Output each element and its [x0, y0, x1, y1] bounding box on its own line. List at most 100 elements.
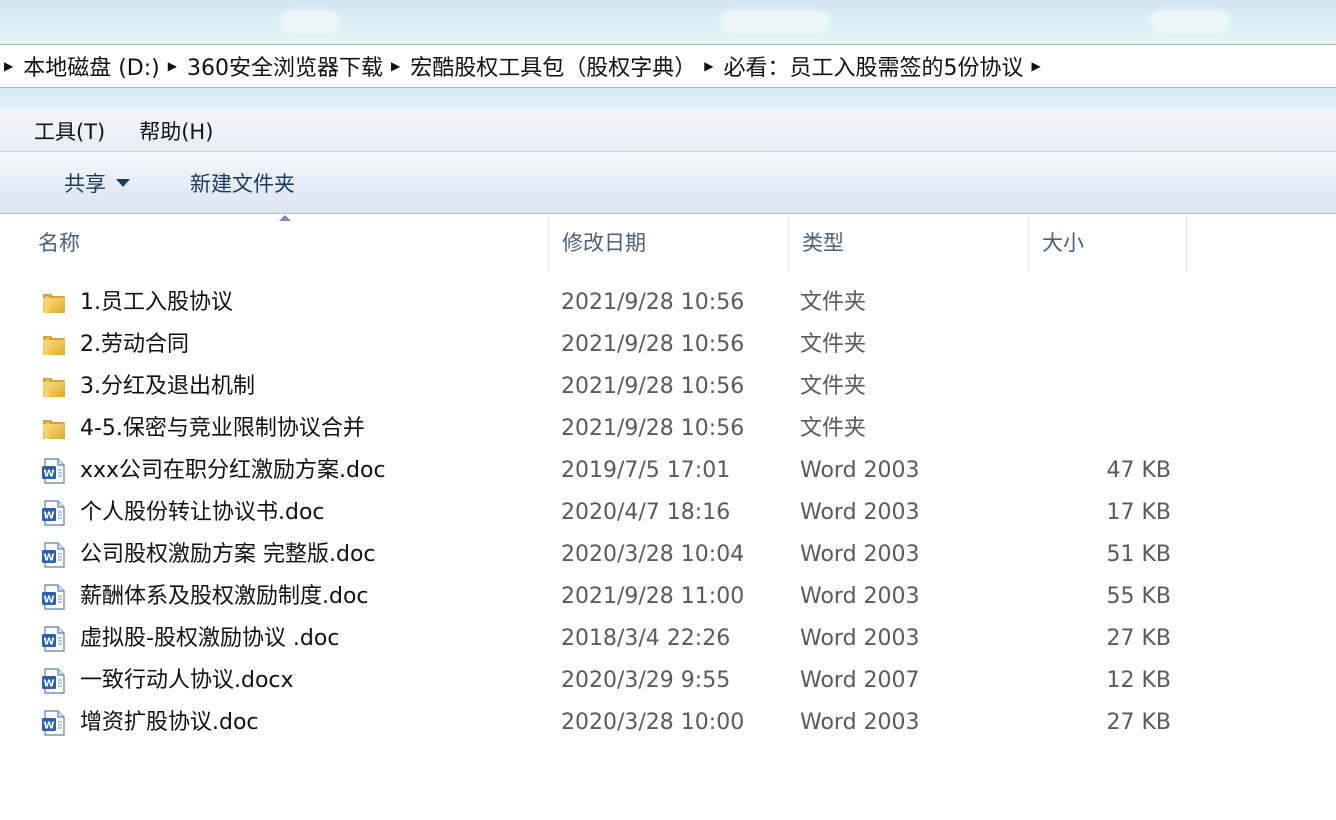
file-type: Word 2003: [800, 458, 920, 483]
file-row[interactable]: W 增资扩股协议.doc 2020/3/28 10:00 Word 2003 27 KB: [0, 702, 1336, 744]
file-size: 12 KB: [1106, 668, 1171, 693]
breadcrumb-label: 360安全浏览器下载: [186, 56, 383, 81]
file-name: 个人股份转让协议书.doc: [80, 500, 325, 525]
chevron-right-icon[interactable]: ▶: [4, 59, 13, 73]
word-doc-icon: W: [40, 625, 68, 653]
file-modified-date: 2020/4/7 18:16: [561, 500, 731, 525]
file-name: xxx公司在职分红激励方案.doc: [80, 458, 386, 483]
breadcrumb-item-toolkit[interactable]: 宏酷股权工具包（股权字典） ▶: [410, 44, 723, 88]
file-modified-date: 2021/9/28 10:56: [561, 290, 745, 315]
menu-tools[interactable]: 工具(T): [0, 116, 122, 146]
file-name: 4-5.保密与竞业限制协议合并: [80, 416, 365, 441]
file-row[interactable]: W 个人股份转让协议书.doc 2020/4/7 18:16 Word 2003 17 …: [0, 492, 1336, 534]
file-row[interactable]: 4-5.保密与竞业限制协议合并 2021/9/28 10:56 文件夹: [0, 408, 1336, 450]
menu-bar: 工具(T) 帮助(H): [0, 110, 1336, 152]
file-name: 2.劳动合同: [80, 332, 189, 357]
word-doc-icon: W: [40, 709, 68, 737]
file-type: Word 2003: [800, 710, 920, 735]
file-modified-date: 2020/3/28 10:00: [561, 710, 745, 735]
file-size: 27 KB: [1106, 710, 1171, 735]
word-doc-icon: W: [40, 667, 68, 695]
file-type: 文件夹: [800, 374, 867, 399]
file-name: 3.分红及退出机制: [80, 374, 255, 399]
svg-text:W: W: [43, 511, 54, 522]
folder-icon: [40, 415, 68, 443]
file-row[interactable]: 3.分红及退出机制 2021/9/28 10:56 文件夹: [0, 366, 1336, 408]
file-type: 文件夹: [800, 332, 867, 357]
file-type: Word 2003: [800, 500, 920, 525]
file-type: Word 2007: [800, 668, 920, 693]
glass-highlight: [280, 10, 340, 32]
word-doc-icon: W: [40, 457, 68, 485]
share-label: 共享: [64, 171, 106, 196]
file-row[interactable]: 1.员工入股协议 2021/9/28 10:56 文件夹: [0, 282, 1336, 324]
svg-text:W: W: [43, 637, 54, 648]
file-row[interactable]: W 公司股权激励方案 完整版.doc 2020/3/28 10:04 Word 200…: [0, 534, 1336, 576]
word-doc-icon: W: [40, 499, 68, 527]
file-modified-date: 2020/3/29 9:55: [561, 668, 731, 693]
column-header-size[interactable]: 大小: [1028, 215, 1186, 273]
svg-text:W: W: [43, 679, 54, 690]
file-name: 一致行动人协议.docx: [80, 668, 294, 693]
column-header-name[interactable]: 名称: [24, 215, 548, 273]
file-size: [1040, 324, 1171, 366]
folder-icon: [40, 331, 68, 359]
command-bar: 共享 新建文件夹: [0, 152, 1336, 214]
chevron-right-icon[interactable]: ▶: [704, 59, 713, 73]
file-name: 1.员工入股协议: [80, 290, 233, 315]
file-modified-date: 2021/9/28 10:56: [561, 332, 745, 357]
word-doc-icon: W: [40, 541, 68, 569]
word-doc-icon: W: [40, 583, 68, 611]
address-bar[interactable]: ▶ 本地磁盘 (D:) ▶ 360安全浏览器下载 ▶ 宏酷股权工具包（股权字典）…: [0, 44, 1336, 88]
file-size: [1040, 366, 1171, 408]
dropdown-arrow-icon: [116, 178, 130, 187]
file-modified-date: 2021/9/28 11:00: [561, 584, 745, 609]
breadcrumb-label: 宏酷股权工具包（股权字典）: [410, 56, 697, 81]
file-size: 47 KB: [1106, 458, 1171, 483]
window-frame-strip: [0, 88, 1336, 110]
window-title-area: [0, 0, 1336, 44]
file-modified-date: 2018/3/4 22:26: [561, 626, 731, 651]
breadcrumb-item-downloads[interactable]: 360安全浏览器下载 ▶: [187, 44, 410, 88]
glass-highlight: [1150, 10, 1230, 32]
file-row[interactable]: W 薪酬体系及股权激励制度.doc 2021/9/28 11:00 Word 2003…: [0, 576, 1336, 618]
svg-text:W: W: [43, 553, 54, 564]
folder-icon: [40, 373, 68, 401]
glass-highlight: [720, 10, 830, 32]
file-type: Word 2003: [800, 626, 920, 651]
file-size: 51 KB: [1106, 542, 1171, 567]
breadcrumb-item-current[interactable]: 必看：员工入股需签的5份协议 ▶: [723, 44, 1050, 88]
file-size: 17 KB: [1106, 500, 1171, 525]
share-button[interactable]: 共享: [64, 168, 130, 198]
chevron-right-icon[interactable]: ▶: [391, 59, 400, 73]
new-folder-button[interactable]: 新建文件夹: [190, 168, 295, 198]
file-size: [1040, 408, 1171, 450]
column-divider[interactable]: [1186, 215, 1187, 273]
file-modified-date: 2021/9/28 10:56: [561, 374, 745, 399]
file-row[interactable]: W 虚拟股-股权激励协议 .doc 2018/3/4 22:26 Word 2003 2…: [0, 618, 1336, 660]
svg-text:W: W: [43, 595, 54, 606]
file-row[interactable]: W 一致行动人协议.docx 2020/3/29 9:55 Word 2007 12 K…: [0, 660, 1336, 702]
file-name: 增资扩股协议.doc: [80, 710, 259, 735]
file-type: Word 2003: [800, 542, 920, 567]
file-name: 公司股权激励方案 完整版.doc: [80, 542, 376, 567]
menu-help[interactable]: 帮助(H): [122, 116, 230, 146]
chevron-right-icon[interactable]: ▶: [1031, 59, 1040, 73]
breadcrumb-root[interactable]: ▶: [0, 44, 23, 88]
file-type: 文件夹: [800, 290, 867, 315]
file-row[interactable]: 2.劳动合同 2021/9/28 10:56 文件夹: [0, 324, 1336, 366]
file-size: 27 KB: [1106, 626, 1171, 651]
new-folder-label: 新建文件夹: [190, 171, 295, 196]
breadcrumb-label: 本地磁盘 (D:): [23, 56, 160, 81]
file-modified-date: 2020/3/28 10:04: [561, 542, 745, 567]
chevron-right-icon[interactable]: ▶: [168, 59, 177, 73]
breadcrumb-item-drive[interactable]: 本地磁盘 (D:) ▶: [23, 44, 187, 88]
column-header-type[interactable]: 类型: [788, 215, 1028, 273]
folder-icon: [40, 289, 68, 317]
file-row[interactable]: Wxxx公司在职分红激励方案.doc 2019/7/5 17:01 Word 200…: [0, 450, 1336, 492]
file-name: 虚拟股-股权激励协议 .doc: [80, 626, 340, 651]
file-type: Word 2003: [800, 584, 920, 609]
column-headers: 名称 修改日期 类型 大小: [0, 215, 1336, 273]
file-size: [1040, 282, 1171, 324]
column-header-date[interactable]: 修改日期: [548, 215, 788, 273]
